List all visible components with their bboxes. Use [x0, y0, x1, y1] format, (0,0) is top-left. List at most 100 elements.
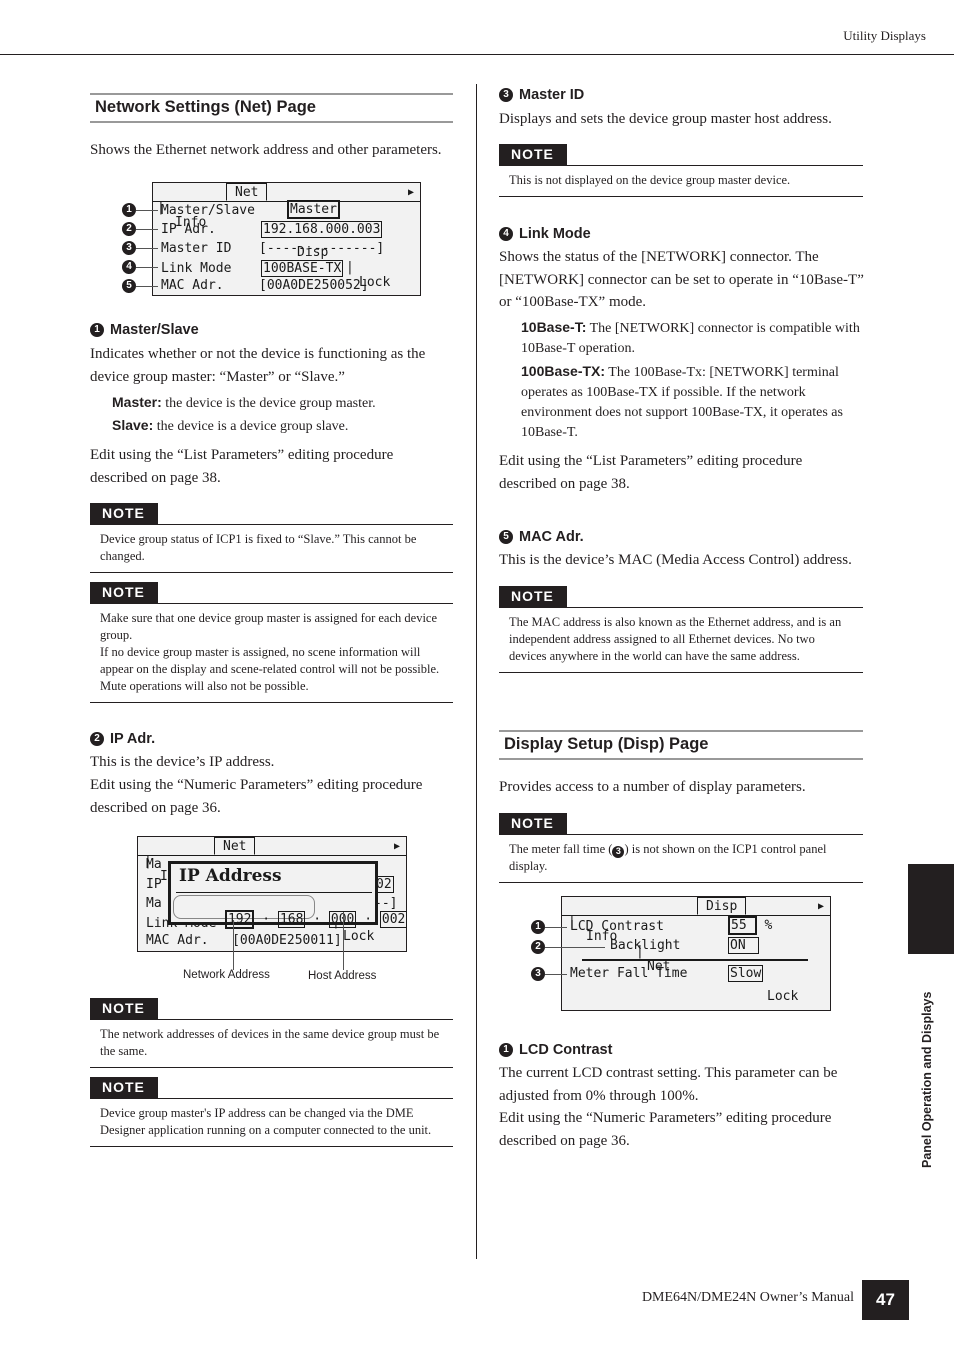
column-divider [476, 84, 477, 1259]
def-slave: Slave: the device is a device group slav… [112, 417, 349, 434]
note-group-master: NOTE Make sure that one device group mas… [90, 582, 453, 703]
footer-manual-title: DME64N/DME24N Owner’s Manual [641, 1290, 854, 1305]
tab-scroll-arrow-icon: ▶ [408, 187, 415, 198]
lcd-label-backlight: Backlight [610, 938, 681, 953]
callout-5: 5 [122, 279, 136, 293]
note-icp1-slave: NOTE Device group status of ICP1 is fixe… [90, 503, 453, 573]
heading-ip-adr: 2 IP Adr. [90, 731, 155, 747]
heading-master-slave: 1 Master/Slave [90, 322, 199, 338]
caption-host-address: Host Address [308, 970, 377, 982]
heading-master-slave-text: Master/Slave [110, 322, 199, 338]
page-number: 47 [862, 1280, 909, 1320]
popup-title: IP Address [179, 866, 282, 886]
disp-intro: Provides access to a number of display p… [499, 779, 806, 795]
net-intro: Shows the Ethernet network address and o… [90, 142, 442, 158]
lcd-bg-row: IP [146, 877, 162, 892]
lcd-value-link-mode: 100BASE-TX [261, 260, 344, 277]
header-rule [0, 54, 954, 55]
note-text: Device group status of ICP1 is fixed to … [100, 532, 417, 563]
mac-adr-body: This is the device’s MAC (Media Access C… [499, 552, 852, 568]
callout-3: 3 [122, 241, 136, 255]
callout-4: 4 [122, 260, 136, 274]
running-header: Utility Displays [843, 28, 926, 43]
note-network-addresses: NOTE The network addresses of devices in… [90, 998, 453, 1068]
item-number-5: 5 [499, 530, 513, 544]
note-text: Make sure that one device group master i… [100, 611, 438, 642]
callout-3: 3 [531, 967, 545, 981]
lcd-disp-figure: | Info | Net Disp Lock ▶ LCD Contrast 55… [527, 896, 832, 1012]
heading-mac-adr: 5 MAC Adr. [499, 529, 584, 545]
lcd-contrast-edit: Edit using the “Numeric Parameters” edit… [499, 1110, 832, 1149]
heading-mac-adr-text: MAC Adr. [519, 529, 584, 545]
note-meter-fall-time: NOTE The meter fall time (3) is not show… [499, 813, 863, 883]
lcd-label-ip: IP Adr. [161, 222, 216, 237]
note-label: NOTE [499, 144, 567, 165]
note-label: NOTE [90, 998, 158, 1019]
callout-1: 1 [122, 203, 136, 217]
note-text: Device group master's IP address can be … [100, 1106, 432, 1137]
note-text-2: If no device group master is assigned, n… [100, 645, 440, 693]
chapter-thumb-tab [908, 864, 954, 954]
lcd-value-ip: 192.168.000.003 [261, 221, 383, 238]
note-label: NOTE [499, 586, 567, 607]
lcd-net-figure: | Info Net Disp | Lock ▶ Master/Slave Ma… [120, 182, 421, 297]
master-slave-body: Indicates whether or not the device is f… [90, 346, 426, 385]
ip-octet-1: 192 [224, 910, 255, 929]
note-text: This is not displayed on the device grou… [509, 173, 791, 187]
ip-adr-edit: Edit using the “Numeric Parameters” edit… [90, 777, 423, 816]
note-text: The MAC address is also known as the Eth… [509, 615, 842, 663]
ip-octet-2: 168 [277, 911, 306, 928]
section-title-disp: Display Setup (Disp) Page [499, 730, 863, 760]
lcd-value-backlight: ON [728, 937, 759, 954]
item-number-1: 1 [90, 323, 104, 337]
def-10base-t: 10Base-T: The [NETWORK] connector is com… [521, 319, 860, 356]
tab-scroll-arrow-icon: ▶ [818, 901, 825, 912]
heading-link-mode-text: Link Mode [519, 226, 591, 242]
heading-master-id: 3 Master ID [499, 87, 584, 103]
lcd-separator [582, 959, 808, 961]
item-number-3: 3 [499, 88, 513, 102]
lcd-label-meter-fall: Meter Fall Time [570, 966, 688, 981]
ip-octet-4: 002 [379, 911, 408, 928]
lcd-value-contrast: 55 [728, 916, 757, 935]
lcd-disp-screen: | Info | Net Disp Lock ▶ LCD Contrast 55… [561, 896, 831, 1011]
lcd-tab-disp-active: Disp [697, 897, 747, 915]
lcd-bg-row: Ma [146, 857, 162, 872]
item-number-1: 1 [499, 1043, 513, 1057]
link-mode-body: Shows the status of the [NETWORK] connec… [499, 249, 864, 310]
lcd-label-link-mode: Link Mode [161, 261, 232, 276]
heading-ip-adr-text: IP Adr. [110, 731, 156, 747]
note-label: NOTE [90, 1077, 158, 1098]
lcd-tab-lock: Lock [767, 989, 799, 1004]
lcd-value-master-id: [--------------] [259, 241, 385, 256]
callout-1: 1 [531, 920, 545, 934]
note-text: The network addresses of devices in the … [100, 1027, 440, 1058]
lcd-bg-row: Ma [146, 896, 162, 911]
ip-adr-line1: This is the device’s IP address. [90, 754, 275, 770]
note-label: NOTE [90, 503, 158, 524]
note-label: NOTE [90, 582, 158, 603]
heading-lcd-contrast-text: LCD Contrast [519, 1042, 613, 1058]
note-mac-address: NOTE The MAC address is also known as th… [499, 586, 863, 673]
callout-2: 2 [531, 940, 545, 954]
note-label: NOTE [499, 813, 567, 834]
ip-address-popup: IP Address 192 · 168 · 000 · 002 [168, 861, 408, 929]
item-number-2: 2 [90, 732, 104, 746]
master-slave-edit: Edit using the “List Parameters” editing… [90, 447, 394, 486]
item-number-4: 4 [499, 227, 513, 241]
def-master: Master: the device is the device group m… [112, 394, 376, 411]
lcd-tab-net-active: Net [214, 837, 256, 855]
def-100base-tx: 100Base-TX: The 100Base-Tx: [NETWORK] te… [521, 363, 843, 440]
lcd-label-mac: MAC Adr. [161, 278, 224, 293]
note-master-ip-change: NOTE Device group master's IP address ca… [90, 1077, 453, 1147]
lcd-label-contrast: LCD Contrast [570, 919, 664, 934]
callout-2: 2 [122, 222, 136, 236]
note-master-id: NOTE This is not displayed on the device… [499, 144, 863, 197]
lcd-unit-percent: % [764, 918, 773, 933]
lcd-contrast-body: The current LCD contrast setting. This p… [499, 1065, 838, 1104]
heading-master-id-text: Master ID [519, 87, 585, 103]
lcd-value-meter-fall: Slow [728, 965, 764, 982]
section-title-net: Network Settings (Net) Page [90, 93, 453, 123]
lcd-ip-screen: | Info Net Disp | Lock ▶ Ma IP Ma Link M… [137, 836, 408, 952]
heading-link-mode: 4 Link Mode [499, 226, 591, 242]
